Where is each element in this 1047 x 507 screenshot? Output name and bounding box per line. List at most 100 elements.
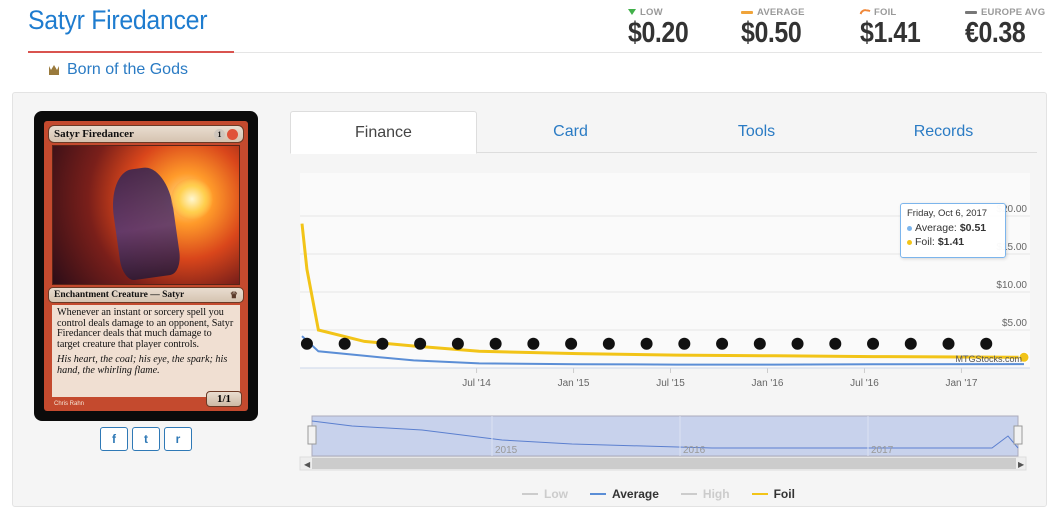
navigator-year-label: 2017 (871, 445, 894, 456)
card-name-bar: Satyr Firedancer 1 R (48, 125, 244, 143)
tab-finance[interactable]: Finance (290, 111, 477, 154)
average-dot-icon (907, 225, 912, 231)
scroll-right-icon: ▶ (1018, 460, 1025, 469)
reddit-share-button[interactable]: r (164, 427, 192, 451)
reddit-icon: r (175, 432, 181, 446)
price-foil-value: $1.41 (860, 17, 921, 49)
price-average-value: $0.50 (741, 17, 802, 49)
legend-low-swatch (522, 493, 538, 495)
y-tick-label: $10.00 (996, 280, 1027, 291)
card-type-line: Enchantment Creature — Satyr (54, 290, 185, 300)
legend-average-swatch (590, 493, 606, 495)
card-face: Satyr Firedancer 1 R Enchantment Creatur… (44, 121, 248, 411)
share-buttons: f t r (100, 427, 192, 451)
satyr-figure (107, 164, 183, 282)
set-symbol-icon (49, 65, 59, 75)
x-tick-label: Jan '15 (558, 378, 590, 389)
card-art (52, 145, 240, 285)
price-low-label: LOW (640, 6, 663, 18)
low-marker-icon (628, 9, 636, 15)
scroll-left-icon: ◀ (304, 460, 311, 469)
set-release-marker-icon (942, 337, 955, 350)
x-tick-label: Jan '17 (945, 378, 977, 389)
card-textbox: Whenever an instant or sorcery spell you… (52, 305, 240, 397)
foil-marker-icon (859, 8, 871, 16)
price-europe-label: EUROPE AVG (981, 6, 1046, 18)
tooltip-average-value: $0.51 (959, 222, 987, 234)
set-release-marker-icon (489, 337, 502, 350)
legend-low[interactable]: Low (522, 487, 568, 501)
legend-high[interactable]: High (680, 487, 730, 501)
set-release-marker-icon (565, 337, 578, 350)
legend-foil-swatch (751, 493, 768, 495)
navigator-year-label: 2015 (495, 445, 518, 456)
page-title: Satyr Firedancer (28, 5, 208, 35)
navigator-year-label: 2016 (683, 445, 706, 456)
set-symbol-icon-small: ♛ (229, 289, 238, 300)
x-tick-label: Jan '16 (752, 378, 784, 389)
price-average: AVERAGE $0.50 (741, 6, 831, 48)
set-release-marker-icon (451, 337, 464, 350)
card-power-toughness: 1/1 (206, 391, 242, 407)
price-europe: EUROPE AVG €0.38 (965, 6, 1047, 48)
price-foil-label: FOIL (874, 6, 897, 18)
navigator-selection (311, 415, 1019, 457)
legend-foil[interactable]: Foil (751, 487, 795, 501)
tooltip-foil-value: $1.41 (937, 236, 965, 248)
x-tick-label: Jul '16 (850, 378, 879, 389)
navigator-left-handle (307, 425, 317, 445)
price-foil: FOIL $1.41 (859, 6, 940, 49)
chart-legend: Low Average High Foil (522, 487, 795, 501)
chart-tooltip: Friday, Oct 6, 2017 Average: $0.51 Foil:… (900, 203, 1006, 258)
set-release-marker-icon (338, 337, 351, 350)
set-release-marker-icon (376, 337, 389, 350)
tooltip-average-label: Average: (915, 222, 957, 234)
tab-records[interactable]: Records (850, 111, 1037, 153)
set-release-marker-icon (602, 337, 615, 350)
header-divider (234, 52, 1042, 53)
x-tick-label: Jul '14 (462, 378, 491, 389)
legend-low-label: Low (544, 487, 568, 501)
set-release-marker-icon (678, 337, 691, 350)
set-release-marker-icon (300, 337, 313, 350)
flame-orb (171, 178, 213, 220)
tooltip-date: Friday, Oct 6, 2017 (907, 208, 988, 219)
set-release-marker-icon (867, 337, 880, 350)
x-tick-label: Jul '15 (656, 378, 685, 389)
tab-card[interactable]: Card (477, 111, 664, 153)
facebook-share-button[interactable]: f (100, 427, 128, 451)
card-rules-text: Whenever an instant or sorcery spell you… (57, 307, 234, 350)
price-low: LOW $0.20 (628, 6, 708, 48)
facebook-icon: f (112, 432, 116, 446)
mana-cost: 1 R (214, 128, 238, 140)
set-release-marker-icon (829, 337, 842, 350)
price-europe-value: €0.38 (965, 17, 1026, 49)
card-name: Satyr Firedancer (54, 128, 134, 140)
twitter-icon: t (144, 432, 148, 446)
price-low-value: $0.20 (628, 17, 689, 49)
y-tick-label: $5.00 (1002, 318, 1027, 329)
chart-credit: MTGStocks.com (955, 354, 1022, 364)
legend-average[interactable]: Average (590, 487, 659, 501)
europe-marker-icon (965, 10, 977, 14)
tooltip-foil-label: Foil: (915, 236, 935, 248)
navigator-right-handle (1013, 425, 1023, 445)
legend-foil-label: Foil (773, 487, 795, 501)
legend-high-swatch (680, 493, 697, 495)
set-release-marker-icon (753, 337, 766, 350)
card-image: Satyr Firedancer 1 R Enchantment Creatur… (34, 111, 258, 421)
set-release-marker-icon (640, 337, 653, 350)
card-artist: Chris Rahn (54, 401, 85, 407)
card-type-bar: Enchantment Creature — Satyr ♛ (48, 287, 244, 303)
foil-dot-icon (907, 239, 912, 245)
set-release-marker-icon (527, 337, 540, 350)
price-chart: $5.00 $10.00 $15.00 $20.00 Jul '14 Jan '15 Jul… (290, 163, 1038, 507)
average-marker-icon (741, 10, 753, 14)
navigator-scrollbar-thumb (312, 458, 1016, 469)
page: Satyr Firedancer Born of the Gods LOW $0… (0, 0, 1047, 507)
title-underline (28, 51, 234, 53)
set-release-marker-icon (414, 337, 427, 350)
set-link[interactable]: Born of the Gods (47, 61, 188, 79)
twitter-share-button[interactable]: t (132, 427, 160, 451)
tab-tools[interactable]: Tools (663, 111, 850, 153)
